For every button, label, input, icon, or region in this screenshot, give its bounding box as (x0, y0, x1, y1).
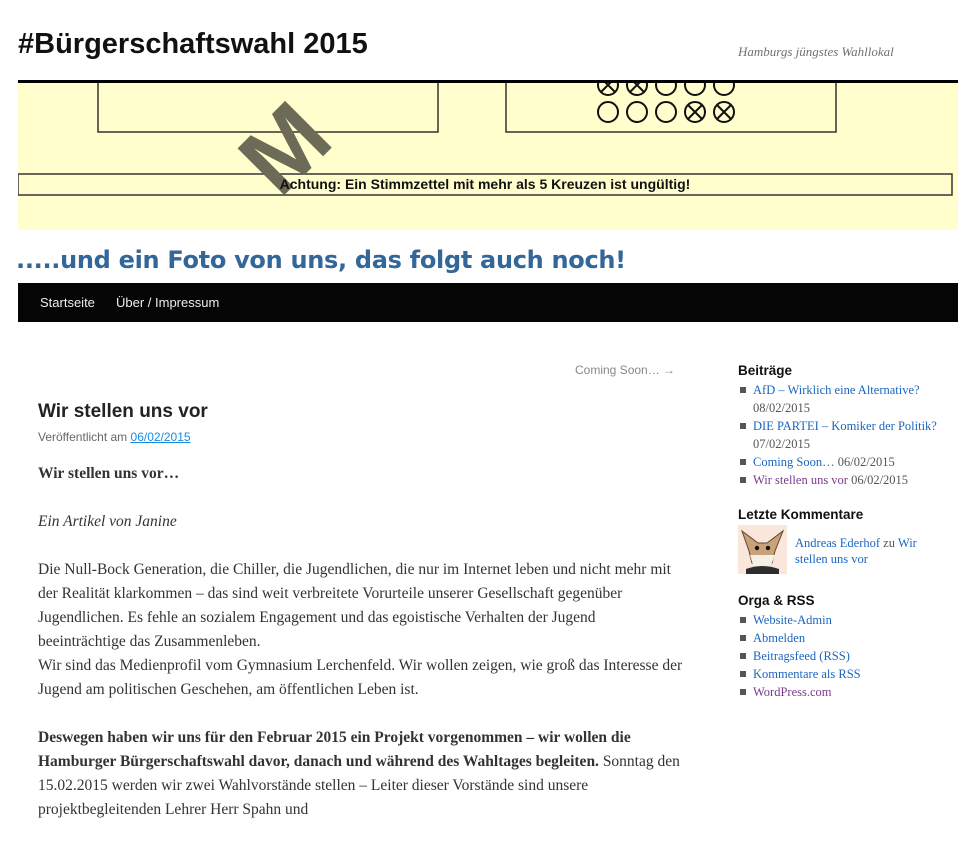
comment-author-link[interactable]: Andreas Ederhof (795, 536, 880, 550)
recent-post-item: DIE PARTEI – Komiker der Politik? 07/02/… (738, 417, 948, 453)
post-content: Wir stellen uns vor… Ein Artikel von Jan… (38, 462, 686, 846)
meta-item: Website-Admin (738, 611, 948, 629)
widget-recent-comments: Letzte Kommentare Andreas Ederhof zu Wir… (738, 507, 948, 577)
banner-footer-text: .....und ein Foto von uns, das folgt auc… (18, 246, 626, 274)
nav-item-startseite[interactable]: Startseite (40, 295, 95, 310)
next-post-link[interactable]: Coming Soon… → (575, 363, 675, 377)
recent-post-link[interactable]: Coming Soon… (753, 455, 835, 469)
commenter-avatar[interactable] (738, 525, 787, 574)
post-date-link[interactable]: 06/02/2015 (131, 430, 191, 444)
meta-link-wordpress[interactable]: WordPress.com (753, 685, 832, 699)
recent-post-date: 06/02/2015 (851, 473, 909, 487)
recent-post-item: Wir stellen uns vor 06/02/2015 (738, 471, 948, 489)
widget-meta: Orga & RSS Website-Admin Abmelden Beitra… (738, 593, 948, 701)
recent-comment-text: Andreas Ederhof zu Wir stellen uns vor (795, 535, 945, 567)
site-description: Hamburgs jüngstes Wahllokal (738, 44, 894, 59)
meta-link-beitragsfeed[interactable]: Beitragsfeed (RSS) (753, 649, 850, 663)
recent-post-link[interactable]: Wir stellen uns vor (753, 473, 848, 487)
post-paragraph: Die Null-Bock Generation, die Chiller, d… (38, 561, 671, 650)
meta-item: Beitragsfeed (RSS) (738, 647, 948, 665)
meta-item: Abmelden (738, 629, 948, 647)
recent-post-date: 06/02/2015 (837, 455, 895, 469)
widget-title-comments: Letzte Kommentare (738, 507, 864, 522)
meta-link-website-admin[interactable]: Website-Admin (753, 613, 832, 627)
nav-item-ueber-impressum[interactable]: Über / Impressum (116, 295, 219, 310)
widget-recent-posts: Beiträge AfD – Wirklich eine Alternative… (738, 363, 948, 489)
comment-connector: zu (883, 536, 895, 550)
post-intro-heading: Wir stellen uns vor… (38, 465, 180, 482)
recent-post-date: 08/02/2015 (753, 401, 810, 415)
post-meta-prefix: Veröffentlicht am (38, 430, 128, 444)
post-paragraph-bold: Deswegen haben wir uns für den Februar 2… (38, 729, 631, 770)
main-navigation: Startseite Über / Impressum (18, 283, 958, 322)
banner-warning-text: Achtung: Ein Stimmzettel mit mehr als 5 … (279, 176, 691, 192)
widget-title-meta: Orga & RSS (738, 593, 815, 608)
meta-item: Kommentare als RSS (738, 665, 948, 683)
post-meta: Veröffentlicht am 06/02/2015 (38, 430, 191, 444)
recent-comment: Andreas Ederhof zu Wir stellen uns vor (738, 525, 948, 577)
meta-link-abmelden[interactable]: Abmelden (753, 631, 805, 645)
recent-post-item: AfD – Wirklich eine Alternative? 08/02/2… (738, 381, 948, 417)
widget-title-posts: Beiträge (738, 363, 793, 378)
recent-post-link[interactable]: AfD – Wirklich eine Alternative? (753, 383, 920, 397)
recent-post-item: Coming Soon… 06/02/2015 (738, 453, 948, 471)
post-byline: Ein Artikel von Janine (38, 513, 177, 530)
sidebar: Beiträge AfD – Wirklich eine Alternative… (738, 363, 948, 701)
post-title: Wir stellen uns vor (38, 401, 208, 422)
recent-post-link[interactable]: DIE PARTEI – Komiker der Politik? (753, 419, 937, 433)
meta-link-kommentare-rss[interactable]: Kommentare als RSS (753, 667, 861, 681)
site-title[interactable]: #Bürgerschaftswahl 2015 (18, 28, 368, 61)
meta-item: WordPress.com (738, 683, 948, 701)
recent-post-date: 07/02/2015 (753, 437, 810, 451)
post-paragraph: Wir sind das Medienprofil vom Gymnasium … (38, 657, 683, 698)
header-banner-image[interactable]: M Achtung: Ein Stimmzettel mit mehr als … (18, 83, 958, 283)
